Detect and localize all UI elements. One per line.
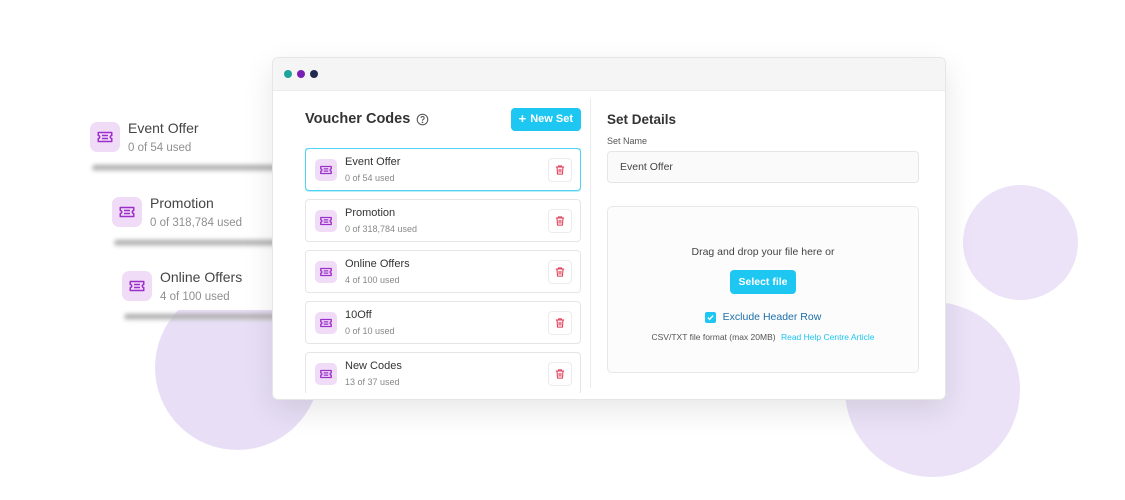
voucher-item-title: New Codes xyxy=(345,360,402,372)
voucher-item[interactable]: New Codes 13 of 37 used xyxy=(305,352,581,393)
window-dot-teal xyxy=(284,70,292,78)
file-format-text: CSV/TXT file format (max 20MB) xyxy=(651,332,776,342)
dropzone-text: Drag and drop your file here or xyxy=(691,246,835,258)
help-centre-link[interactable]: Read Help Centre Article xyxy=(781,332,875,342)
app-window: Voucher Codes + New Set Event Offer 0 of… xyxy=(272,57,946,400)
file-format-row: CSV/TXT file format (max 20MB) Read Help… xyxy=(652,332,875,342)
select-file-label: Select file xyxy=(738,276,788,288)
voucher-item-title: Online Offers xyxy=(345,258,410,270)
floating-voucher-card: Promotion 0 of 318,784 used xyxy=(112,188,291,236)
ticket-icon xyxy=(90,122,120,152)
new-set-button-label: New Set xyxy=(530,113,573,125)
trash-icon xyxy=(555,165,565,175)
exclude-header-row: Exclude Header Row xyxy=(704,311,822,323)
floating-card-title: Online Offers xyxy=(160,268,243,285)
voucher-item-usage: 4 of 100 used xyxy=(345,275,400,285)
voucher-codes-header: Voucher Codes + New Set xyxy=(305,90,581,148)
voucher-item-title: Event Offer xyxy=(345,156,401,168)
file-dropzone[interactable]: Drag and drop your file here or Select f… xyxy=(607,206,919,373)
set-name-value: Event Offer xyxy=(620,161,673,173)
ticket-icon xyxy=(315,158,337,181)
voucher-item[interactable]: 10Off 0 of 10 used xyxy=(305,301,581,344)
voucher-codes-panel: Voucher Codes + New Set Event Offer 0 of… xyxy=(305,90,581,399)
voucher-item[interactable]: Event Offer 0 of 54 used xyxy=(305,148,581,191)
delete-voucher-button[interactable] xyxy=(548,311,572,335)
window-titlebar xyxy=(273,58,945,91)
question-circle-icon[interactable] xyxy=(416,113,429,126)
panel-divider xyxy=(590,98,591,388)
exclude-header-label: Exclude Header Row xyxy=(722,311,822,323)
voucher-item-title: 10Off xyxy=(345,309,372,321)
set-name-label: Set Name xyxy=(607,136,648,146)
ticket-icon xyxy=(122,271,152,301)
ticket-icon xyxy=(315,311,337,334)
voucher-item-usage: 13 of 37 used xyxy=(345,377,400,387)
floating-voucher-card: Event Offer 0 of 54 used xyxy=(90,113,289,161)
voucher-item[interactable]: Promotion 0 of 318,784 used xyxy=(305,199,581,242)
floating-card-usage: 0 of 54 used xyxy=(128,141,192,154)
floating-card-usage: 4 of 100 used xyxy=(160,290,230,303)
ticket-icon xyxy=(315,209,337,232)
voucher-item-title: Promotion xyxy=(345,207,396,219)
set-details-panel: Set Details Set Name Event Offer Drag an… xyxy=(607,90,919,373)
floating-voucher-card: Online Offers 4 of 100 used xyxy=(122,262,291,310)
voucher-item-usage: 0 of 318,784 used xyxy=(345,224,418,234)
delete-voucher-button[interactable] xyxy=(548,260,572,284)
voucher-item[interactable]: Online Offers 4 of 100 used xyxy=(305,250,581,293)
floating-card-title: Promotion xyxy=(150,194,214,211)
voucher-codes-title: Voucher Codes xyxy=(305,111,429,127)
set-details-title: Set Details xyxy=(607,112,677,127)
window-dot-navy xyxy=(310,70,318,78)
delete-voucher-button[interactable] xyxy=(548,158,572,182)
delete-voucher-button[interactable] xyxy=(548,209,572,233)
trash-icon xyxy=(555,318,565,328)
trash-icon xyxy=(555,267,565,277)
check-icon xyxy=(707,314,714,320)
plus-icon: + xyxy=(518,111,527,126)
floating-card-title: Event Offer xyxy=(128,119,199,136)
ticket-icon xyxy=(315,260,337,283)
window-dot-purple xyxy=(297,70,305,78)
floating-card-usage: 0 of 318,784 used xyxy=(150,216,243,229)
ticket-icon xyxy=(315,362,337,385)
voucher-item-usage: 0 of 10 used xyxy=(345,326,395,336)
new-set-button[interactable]: + New Set xyxy=(510,107,581,131)
exclude-header-checkbox[interactable] xyxy=(704,311,716,323)
set-name-input[interactable]: Event Offer xyxy=(607,151,919,183)
decorative-circle xyxy=(963,185,1078,300)
voucher-item-usage: 0 of 54 used xyxy=(345,173,395,183)
trash-icon xyxy=(555,216,565,226)
ticket-icon xyxy=(112,197,142,227)
voucher-codes-title-text: Voucher Codes xyxy=(305,111,411,127)
delete-voucher-button[interactable] xyxy=(548,362,572,386)
trash-icon xyxy=(555,369,565,379)
voucher-list: Event Offer 0 of 54 used Promotion 0 of … xyxy=(305,148,581,393)
select-file-button[interactable]: Select file xyxy=(730,270,796,294)
